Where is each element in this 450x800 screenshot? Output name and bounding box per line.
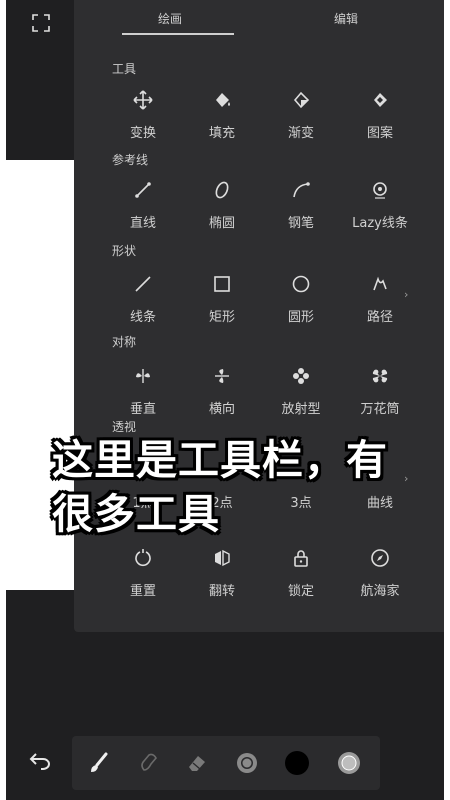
- symmetry-kaleidoscope[interactable]: 万花筒: [340, 364, 420, 424]
- color-swatch-icon[interactable]: [284, 750, 310, 776]
- action-reset[interactable]: 重置: [103, 546, 183, 606]
- move-icon: [133, 90, 153, 110]
- radial-symmetry-icon: [293, 368, 309, 384]
- tool-label: 钢笔: [287, 216, 314, 231]
- tool-label: 垂直: [129, 402, 156, 417]
- pen-guide-icon: [293, 182, 310, 198]
- tool-label: 变换: [129, 126, 156, 141]
- tool-label: 圆形: [287, 310, 314, 325]
- shape-circle[interactable]: 圆形: [261, 272, 341, 332]
- overlay-caption: 这里是工具栏，有 很多工具: [52, 433, 412, 541]
- horizontal-symmetry-icon: [215, 369, 229, 383]
- section-title-tools: 工具: [112, 62, 137, 76]
- shape-rectangle[interactable]: 矩形: [182, 272, 262, 332]
- guide-ellipse[interactable]: 椭圆: [182, 178, 262, 238]
- guide-line[interactable]: 直线: [103, 178, 183, 238]
- tool-label: 锁定: [287, 584, 314, 599]
- ellipse-guide-icon: [215, 181, 229, 199]
- tool-transform[interactable]: 变换: [103, 88, 183, 148]
- compass-icon: [371, 549, 389, 567]
- action-navigator[interactable]: 航海家: [340, 546, 420, 606]
- gradient-bucket-icon: [293, 91, 310, 109]
- tool-gradient[interactable]: 渐变: [261, 88, 341, 148]
- kaleidoscope-icon: [372, 369, 388, 383]
- shape-path[interactable]: 路径: [340, 272, 420, 332]
- tool-label: 万花筒: [360, 402, 400, 417]
- tool-label: 线条: [129, 310, 156, 325]
- lazy-line-icon: [373, 182, 387, 199]
- tool-label: 椭圆: [208, 216, 235, 231]
- brush-icon[interactable]: [86, 750, 112, 776]
- tool-label: 翻转: [208, 584, 235, 599]
- pattern-bucket-icon: [374, 93, 387, 107]
- caption-line-2: 很多工具: [52, 490, 220, 538]
- lock-icon: [294, 550, 308, 567]
- action-lock[interactable]: 锁定: [261, 546, 341, 606]
- line-guide-icon: [135, 182, 151, 198]
- tool-label: 放射型: [281, 402, 321, 417]
- symmetry-vertical[interactable]: 垂直: [103, 364, 183, 424]
- tool-label: 渐变: [287, 126, 314, 141]
- flip-icon: [215, 549, 230, 567]
- chevron-right-icon[interactable]: ›: [404, 288, 414, 301]
- guide-lazy-line[interactable]: Lazy线条: [340, 178, 420, 238]
- tool-fill[interactable]: 填充: [182, 88, 262, 148]
- brush-size-icon[interactable]: [234, 750, 260, 776]
- tab-draw[interactable]: 绘画: [158, 10, 182, 27]
- tab-edit[interactable]: 编辑: [334, 10, 358, 27]
- reset-icon: [135, 549, 151, 567]
- active-tab-indicator: [122, 33, 234, 35]
- tool-label: 重置: [129, 584, 156, 599]
- tool-label: 矩形: [208, 310, 235, 325]
- right-edge-strip: [444, 0, 450, 800]
- shape-line[interactable]: 线条: [103, 272, 183, 332]
- smudge-icon[interactable]: [136, 750, 162, 776]
- opacity-icon[interactable]: [336, 750, 362, 776]
- eraser-icon[interactable]: [184, 750, 210, 776]
- action-flip[interactable]: 翻转: [182, 546, 262, 606]
- tool-label: 填充: [208, 126, 235, 141]
- caption-line-1: 这里是工具栏，有: [52, 436, 388, 484]
- tool-label: Lazy线条: [352, 216, 408, 231]
- undo-icon[interactable]: [28, 750, 52, 770]
- line-icon: [135, 276, 151, 292]
- symmetry-radial[interactable]: 放射型: [261, 364, 341, 424]
- fill-bucket-icon: [216, 93, 230, 107]
- rectangle-icon: [214, 276, 230, 292]
- path-icon: [373, 276, 387, 291]
- tool-label: 直线: [129, 216, 156, 231]
- tool-label: 路径: [366, 310, 393, 325]
- circle-icon: [292, 275, 310, 293]
- symmetry-horizontal[interactable]: 横向: [182, 364, 262, 424]
- section-title-shapes: 形状: [112, 244, 137, 258]
- tool-label: 航海家: [360, 584, 400, 599]
- panel-tabs: 绘画 编辑: [74, 0, 444, 36]
- section-title-guides: 参考线: [112, 153, 149, 167]
- tool-pattern[interactable]: 图案: [340, 88, 420, 148]
- tool-label: 图案: [366, 126, 393, 141]
- expand-icon[interactable]: [32, 14, 50, 32]
- section-title-symmetry: 对称: [112, 335, 137, 349]
- tool-label: 横向: [208, 402, 235, 417]
- bottom-toolbar: [72, 736, 380, 790]
- guide-pen[interactable]: 钢笔: [261, 178, 341, 238]
- vertical-symmetry-icon: [136, 369, 150, 383]
